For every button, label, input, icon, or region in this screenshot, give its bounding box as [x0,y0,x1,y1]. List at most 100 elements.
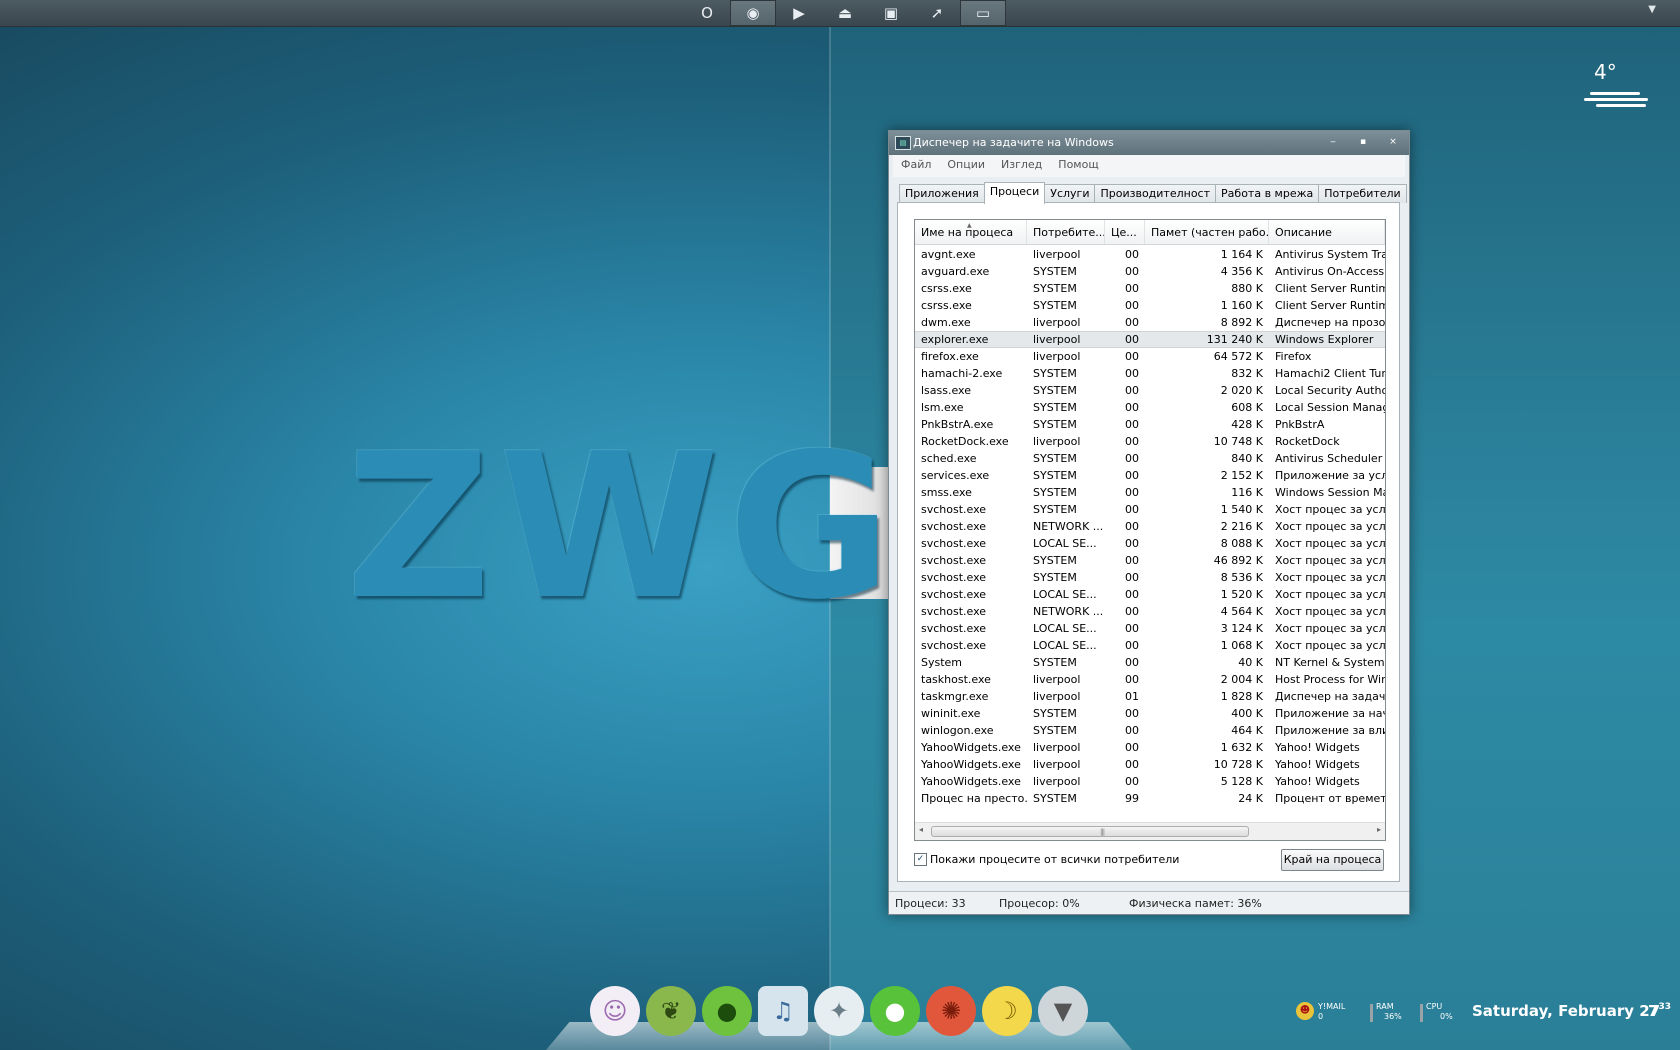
process-description: NT Kernel & System [1275,656,1385,669]
table-row[interactable]: svchost.exe LOCAL SE... 00 8 088 K Хост проц… [915,535,1385,552]
tab-services[interactable]: Услуги [1044,184,1096,203]
dragon-icon[interactable]: ❦ [646,986,696,1036]
ymail-widget[interactable]: Y!MAIL 0 [1318,1002,1345,1022]
marshmallow-icon[interactable]: ☺ [590,986,640,1036]
ram-value: 36% [1384,1012,1402,1021]
task-manager-window: ▤ Диспечер на задачите на Windows ‒ ▪ × … [888,130,1410,915]
scroll-left-icon[interactable]: ◂ [919,825,923,834]
table-row[interactable]: explorer.exe liverpool 00 131 240 K Windows … [915,331,1385,348]
date-display: Saturday, February 27 [1472,1002,1661,1020]
table-row[interactable]: YahooWidgets.exe liverpool 00 5 128 K Yahoo!… [915,773,1385,790]
column-header-description[interactable]: Описание [1269,220,1385,244]
menu-help[interactable]: Помощ [1050,155,1106,177]
ram-widget[interactable]: RAM 36% [1376,1002,1402,1022]
scroll-right-icon[interactable]: ▸ [1377,825,1381,834]
column-header-memory[interactable]: Памет (частен рабо... [1145,220,1269,244]
process-cpu: 00 [1125,435,1139,448]
table-row[interactable]: avguard.exe SYSTEM 00 4 356 K Antivirus On-A… [915,263,1385,280]
table-row[interactable]: lsass.exe SYSTEM 00 2 020 K Local Security A… [915,382,1385,399]
table-row[interactable]: taskmgr.exe liverpool 01 1 828 K Диспечер на… [915,688,1385,705]
play-icon[interactable]: ▶ [776,0,822,26]
table-row[interactable]: winlogon.exe SYSTEM 00 464 K Приложение за в… [915,722,1385,739]
table-row[interactable]: System SYSTEM 00 40 K NT Kernel & System [915,654,1385,671]
tab-performance[interactable]: Производителност [1094,184,1217,203]
table-row[interactable]: firefox.exe liverpool 00 64 572 K Firefox [915,348,1385,365]
table-row[interactable]: YahooWidgets.exe liverpool 00 1 632 K Yahoo!… [915,739,1385,756]
table-row[interactable]: sched.exe SYSTEM 00 840 K Antivirus Schedule… [915,450,1385,467]
table-row[interactable]: csrss.exe SYSTEM 00 880 K Client Server Runt… [915,280,1385,297]
cpu-widget[interactable]: CPU 0% [1426,1002,1453,1022]
green-bird-icon[interactable]: ● [702,986,752,1036]
process-memory: 464 K [1231,724,1263,737]
ipod-icon[interactable]: ♫ [758,986,808,1036]
mushroom-icon[interactable]: ● [870,986,920,1036]
table-row[interactable]: svchost.exe LOCAL SE... 00 1 068 K Хост проц… [915,637,1385,654]
close-button[interactable]: × [1383,134,1403,150]
column-header-user[interactable]: Потребите... [1027,220,1105,244]
table-row[interactable]: PnkBstrA.exe SYSTEM 00 428 K PnkBstrA [915,416,1385,433]
table-row[interactable]: RocketDock.exe liverpool 00 10 748 K RocketD… [915,433,1385,450]
table-row[interactable]: dwm.exe liverpool 00 8 892 K Диспечер на про… [915,314,1385,331]
monitor-icon[interactable]: ▭ [960,0,1006,26]
table-row[interactable]: svchost.exe LOCAL SE... 00 1 520 K Хост проц… [915,586,1385,603]
usb-icon[interactable]: ⏏ [822,0,868,26]
tab-bar: Приложения Процеси Услуги Производително… [899,182,1407,204]
tab-networking[interactable]: Работа в мрежа [1215,184,1320,203]
table-row[interactable]: svchost.exe SYSTEM 00 8 536 K Хост процес за… [915,569,1385,586]
horizontal-scrollbar[interactable]: ◂ ||| ▸ [915,822,1385,840]
table-row[interactable]: svchost.exe NETWORK ... 00 4 564 K Хост проц… [915,603,1385,620]
process-list[interactable]: ▲ Име на процеса Потребите... Це... Паме… [914,219,1386,841]
tab-processes[interactable]: Процеси [983,182,1046,204]
chevron-down-icon[interactable]: ▼ [1648,4,1656,15]
show-all-users-checkbox[interactable]: ✓ [914,853,927,866]
paint-bucket-icon[interactable]: ▼ [1038,986,1088,1036]
column-header-cpu[interactable]: Це... [1105,220,1145,244]
ymail-icon[interactable]: ☻ [1296,1002,1314,1020]
column-header-name[interactable]: ▲ Име на процеса [915,220,1027,244]
process-cpu: 00 [1125,724,1139,737]
show-all-users-option[interactable]: ✓ Покажи процесите от всички потребители [914,853,1179,866]
table-row[interactable]: svchost.exe SYSTEM 00 46 892 K Хост процес з… [915,552,1385,569]
window-title-bar[interactable]: ▤ Диспечер на задачите на Windows ‒ ▪ × [889,131,1409,155]
table-row[interactable]: hamachi-2.exe SYSTEM 00 832 K Hamachi2 Clien… [915,365,1385,382]
cpu-label: CPU [1426,1002,1443,1011]
table-row[interactable]: smss.exe SYSTEM 00 116 K Windows Session Mar [915,484,1385,501]
process-memory: 428 K [1231,418,1263,431]
end-process-button[interactable]: Край на процеса [1281,849,1384,871]
table-row[interactable]: Процес на престо... SYSTEM 99 24 K Процент о… [915,790,1385,807]
process-name: avgnt.exe [921,248,976,261]
table-row[interactable]: svchost.exe NETWORK ... 00 2 216 K Хост проц… [915,518,1385,535]
table-row[interactable]: YahooWidgets.exe liverpool 00 10 728 K Yahoo… [915,756,1385,773]
menu-file[interactable]: Файл [893,155,939,177]
menu-view[interactable]: Изглед [993,155,1050,177]
table-row[interactable]: wininit.exe SYSTEM 00 400 K Приложение за на… [915,705,1385,722]
process-description: Приложение за услу [1275,469,1385,482]
table-row[interactable]: lsm.exe SYSTEM 00 608 K Local Session Manage [915,399,1385,416]
scrollbar-thumb[interactable]: ||| [931,826,1249,837]
table-row[interactable]: svchost.exe LOCAL SE... 00 3 124 K Хост проц… [915,620,1385,637]
minimize-button[interactable]: ‒ [1323,134,1343,150]
process-name: svchost.exe [921,639,987,652]
banana-icon[interactable]: ☽ [982,986,1032,1036]
weather-widget[interactable]: 4° [1584,58,1654,112]
table-row[interactable]: taskhost.exe liverpool 00 2 004 K Host Proce… [915,671,1385,688]
firefox-icon[interactable]: ◉ [730,0,776,26]
tab-applications[interactable]: Приложения [899,184,985,203]
document-icon[interactable]: ▣ [868,0,914,26]
process-name: System [921,656,963,669]
rocket-icon[interactable]: ➚ [914,0,960,26]
ghost-icon[interactable]: ✦ [814,986,864,1036]
process-user: SYSTEM [1033,656,1077,669]
table-row[interactable]: svchost.exe SYSTEM 00 1 540 K Хост процес за… [915,501,1385,518]
maximize-button[interactable]: ▪ [1353,134,1373,150]
process-description: Диспечер на прозор [1275,316,1385,329]
table-row[interactable]: csrss.exe SYSTEM 00 1 160 K Client Server Ru… [915,297,1385,314]
process-description: Client Server Runtime [1275,299,1385,312]
clock: 733 [1648,1002,1671,1020]
table-row[interactable]: avgnt.exe liverpool 00 1 164 K Antivirus Sys… [915,246,1385,263]
menu-options[interactable]: Опции [939,155,993,177]
opera-icon[interactable]: O [684,0,730,26]
tab-users[interactable]: Потребители [1318,184,1407,203]
octopus-icon[interactable]: ✺ [926,986,976,1036]
table-row[interactable]: services.exe SYSTEM 00 2 152 K Приложение за… [915,467,1385,484]
